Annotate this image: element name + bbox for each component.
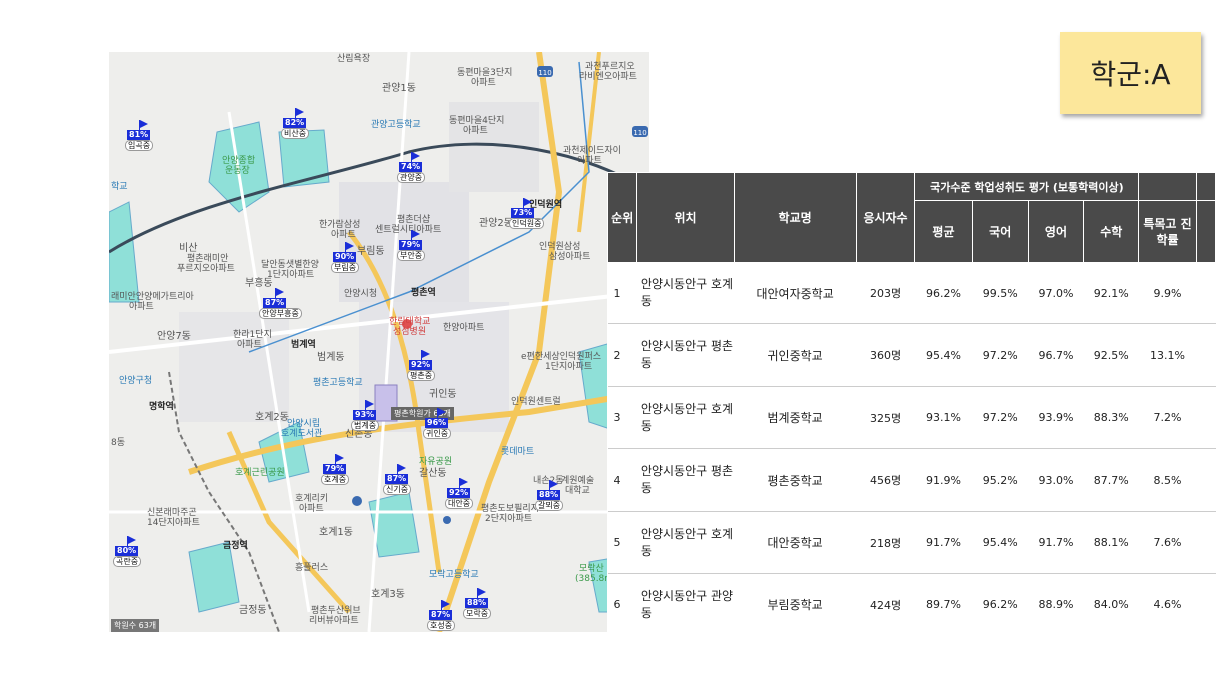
map-station: 명학역 <box>149 402 174 412</box>
hagwon-count-label[interactable]: 학원수 63개 <box>111 619 160 632</box>
map-label: 신본래마주곤 <box>147 508 197 518</box>
map-label: 호계근린공원 <box>235 468 285 478</box>
col-header-rank: 순위 <box>607 172 638 263</box>
map-label: 산림욕장 <box>337 54 371 64</box>
svg-text:110: 110 <box>633 129 646 137</box>
table-row: 2 안양시동안구 평촌동 귀인중학교 360명 95.4% 97.2% 96.7… <box>607 323 1216 387</box>
map-label: 푸르지오아파트 <box>177 264 235 274</box>
col-header-applicants: 응시자수 <box>855 172 916 263</box>
map-label: 학교 <box>111 182 128 192</box>
map-label: 범계동 <box>317 352 345 363</box>
map-label: 안양종합 <box>222 156 256 166</box>
map-label: 래미안안양메가트리아 <box>111 292 194 302</box>
map-label: 리버뷰아파트 <box>309 616 359 626</box>
map-station: 평촌역 <box>411 288 436 298</box>
col-header-special: 특목고 진학률 <box>1138 200 1197 263</box>
col-header-english: 영어 <box>1027 200 1085 263</box>
group-header-achievement: 국가수준 학업성취도 평가 (보통학력이상) <box>914 172 1140 201</box>
map-label: 호계리키 <box>295 494 329 504</box>
map-label: 한양아파트 <box>443 323 485 333</box>
map-graphics: 110 110 <box>109 52 649 632</box>
col-header-korean: 국어 <box>971 200 1029 263</box>
map-label: 안양7동 <box>157 331 191 342</box>
map-label: 한가람삼성 <box>319 220 361 230</box>
map-label: 롯데마트 <box>501 447 535 457</box>
map-label: 안양구청 <box>119 376 153 386</box>
map-label: 한림대학교 <box>389 317 431 327</box>
map-label: 삼성아파트 <box>549 252 591 262</box>
map-label: 14단지아파트 <box>147 518 200 528</box>
map-label: 갈산동 <box>419 468 447 479</box>
map-label: 모락산 <box>579 564 604 574</box>
map-label: 비산 <box>179 243 198 254</box>
table-row: 6 안양시동안구 관양동 부림중학교 424명 89.7% 96.2% 88.9… <box>607 573 1216 632</box>
map-label: e편한세상인덕원퍼스 <box>521 352 602 362</box>
map-label: 호계2동 <box>255 412 289 423</box>
map-label: 동편마을3단지 <box>457 68 513 78</box>
map-label: 평촌고등학교 <box>313 378 363 388</box>
map-station: 금정역 <box>223 541 248 551</box>
map-label: 금정동 <box>239 605 267 616</box>
map-label: 신촌동 <box>345 429 373 440</box>
table-row: 5 안양시동안구 호계동 대안중학교 218명 91.7% 95.4% 91.7… <box>607 511 1216 574</box>
table-row: 3 안양시동안구 호계동 범계중학교 325명 93.1% 97.2% 93.9… <box>607 386 1216 449</box>
map-label: 아파트 <box>471 78 496 88</box>
col-header-math: 수학 <box>1083 200 1140 263</box>
map-label: 자유공원 <box>419 457 453 467</box>
map-label: 동편마을4단지 <box>449 116 505 126</box>
map-label: 1단지아파트 <box>545 362 593 372</box>
map-label: 흥플러스 <box>295 563 329 573</box>
map-label: 부림동 <box>357 246 385 257</box>
map-label: 아파트 <box>577 156 602 166</box>
map-label: 평촌두산위브 <box>311 606 361 616</box>
map-label: 2단지아파트 <box>485 514 533 524</box>
map-label: 라비엔오아파트 <box>579 72 637 82</box>
map-label: 아파트 <box>237 340 262 350</box>
map-station: 범계역 <box>291 340 316 350</box>
school-district-map[interactable]: 110 110 산림욕장 관양1동 동편마을3단지 아파트 동편마을4단지 아파… <box>109 52 649 632</box>
map-label: 아파트 <box>299 504 324 514</box>
map-label: 계원예술 <box>561 476 595 486</box>
map-label: 대학교 <box>565 486 590 496</box>
map-label: 아파트 <box>331 230 356 240</box>
map-label: 운동장 <box>225 166 250 176</box>
map-label: 성심병원 <box>393 327 427 337</box>
map-label: 평촌더샵 <box>397 215 431 225</box>
map-label: 관양2동 <box>479 218 513 229</box>
col-header-avg: 평균 <box>914 200 973 263</box>
map-label: 아파트 <box>129 302 154 312</box>
map-label: 과천푸르지오 <box>585 62 635 72</box>
map-label: 귀인동 <box>429 389 457 400</box>
map-label: 달안동샛별한양 <box>261 260 319 270</box>
school-ranking-table: 순위 위치 학교명 응시자수 국가수준 학업성취도 평가 (보통학력이상) 평균… <box>607 172 1216 632</box>
map-label: 안양시립 <box>287 419 321 429</box>
map-label: 센트럴시티아파트 <box>375 225 442 235</box>
map-label: 관양1동 <box>382 83 416 94</box>
map-label: 인덕원센트럴 <box>511 397 561 407</box>
map-label: 1단지아파트 <box>267 270 315 280</box>
col-header-school: 학교명 <box>733 172 857 263</box>
map-label: 안양시청 <box>344 289 378 299</box>
map-label: 부흥동 <box>245 278 273 289</box>
col-header-location: 위치 <box>636 172 735 263</box>
map-label: 관양고등학교 <box>371 120 421 130</box>
table-row: 4 안양시동안구 평촌동 평촌중학교 456명 91.9% 95.2% 93.0… <box>607 448 1216 512</box>
map-label: 아파트 <box>463 126 488 136</box>
map-label: 평촌도보필리지 <box>481 504 539 514</box>
svg-text:110: 110 <box>538 69 551 77</box>
map-label: 모락고등학교 <box>429 570 479 580</box>
map-label: 호계3동 <box>371 589 405 600</box>
map-label: 호계1동 <box>319 527 353 538</box>
map-label: 과천제이드자이 <box>563 146 621 156</box>
district-grade-badge: 학군:A <box>1060 32 1201 114</box>
map-label: 8동 <box>111 438 126 448</box>
map-label: 한라1단지 <box>233 330 272 340</box>
map-label: 호계도서관 <box>281 429 323 439</box>
map-label: 평촌래미안 <box>187 254 229 264</box>
map-label: 인덕원삼성 <box>539 242 581 252</box>
table-row: 1 안양시동안구 호계동 대안여자중학교 203명 96.2% 99.5% 97… <box>607 262 1216 324</box>
